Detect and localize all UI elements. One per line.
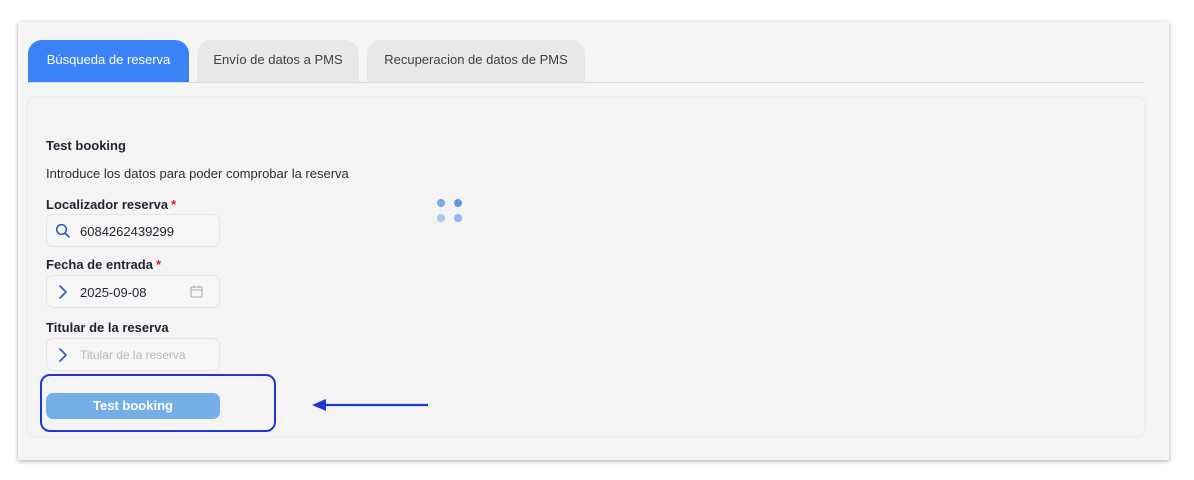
titular-label: Titular de la reserva xyxy=(46,320,169,335)
required-mark: * xyxy=(171,197,177,212)
fecha-input[interactable]: 2025-09-08 xyxy=(46,275,220,308)
localizador-value: 6084262439299 xyxy=(80,224,174,239)
tab-envio-de-datos-a-pms[interactable]: Envío de datos a PMS xyxy=(197,40,359,82)
titular-input[interactable]: Titular de la reserva xyxy=(46,338,220,371)
calendar-icon[interactable] xyxy=(190,285,203,298)
titular-placeholder: Titular de la reserva xyxy=(80,348,186,362)
test-booking-card: Test booking Introduce los datos para po… xyxy=(28,98,1144,436)
required-mark: * xyxy=(155,257,161,272)
tab-bar: Búsqueda de reserva Envío de datos a PMS… xyxy=(28,40,1144,83)
fecha-label: Fecha de entrada * xyxy=(46,257,161,272)
search-icon xyxy=(55,223,71,239)
chevron-right-icon xyxy=(55,347,71,363)
tab-recuperacion-de-datos-de-pms[interactable]: Recuperacion de datos de PMS xyxy=(367,40,585,82)
section-title: Test booking xyxy=(46,138,126,153)
fecha-value: 2025-09-08 xyxy=(80,285,147,300)
test-booking-button[interactable]: Test booking xyxy=(46,393,220,419)
localizador-input[interactable]: 6084262439299 xyxy=(46,214,220,247)
annotation-arrow-icon xyxy=(310,396,430,419)
loading-dots-icon xyxy=(436,197,466,225)
localizador-label: Localizador reserva * xyxy=(46,197,177,212)
intro-text: Introduce los datos para poder comprobar… xyxy=(46,166,349,181)
tab-busqueda-de-reserva[interactable]: Búsqueda de reserva xyxy=(28,40,189,82)
chevron-right-icon xyxy=(55,284,71,300)
app-window: Búsqueda de reserva Envío de datos a PMS… xyxy=(18,22,1169,460)
